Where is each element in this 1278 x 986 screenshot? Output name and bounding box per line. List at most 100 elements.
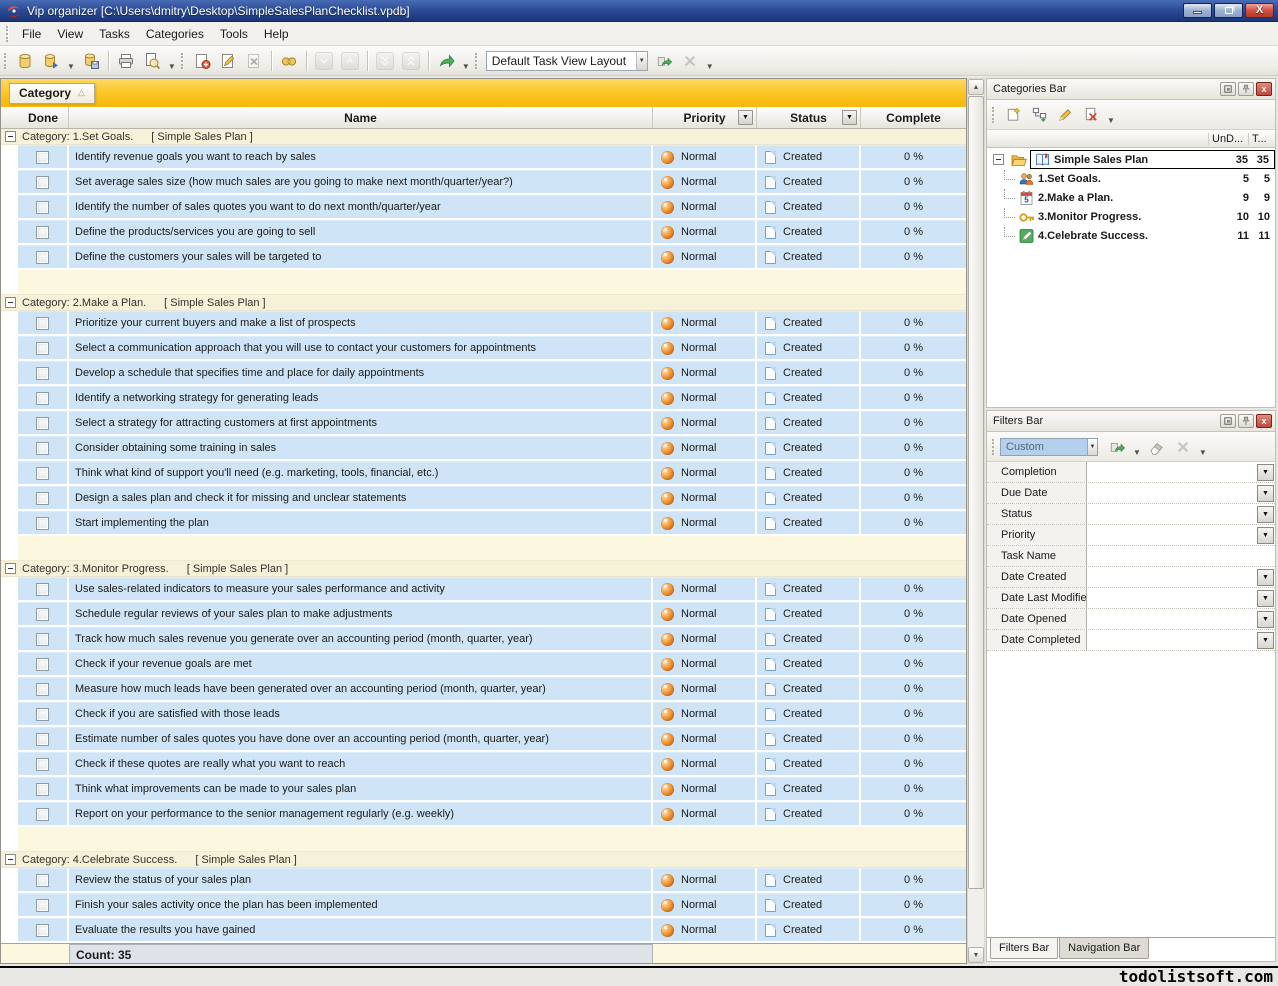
task-status-cell[interactable]: Created <box>757 602 861 627</box>
task-done-cell[interactable] <box>18 602 69 627</box>
open-database-dropdown[interactable]: ▼ <box>67 62 75 75</box>
task-complete-cell[interactable]: 0 % <box>861 311 966 336</box>
task-checkbox[interactable] <box>36 658 49 671</box>
task-name-cell[interactable]: Select a strategy for attracting custome… <box>69 411 653 436</box>
tree-item[interactable]: 4.Celebrate Success.1111 <box>987 226 1275 245</box>
task-name-cell[interactable]: Define the customers your sales will be … <box>69 245 653 270</box>
task-done-cell[interactable] <box>18 627 69 652</box>
task-status-cell[interactable]: Created <box>757 245 861 270</box>
task-done-cell[interactable] <box>18 893 69 918</box>
task-priority-cell[interactable]: Normal <box>653 486 757 511</box>
filter-value-field[interactable]: ▼ <box>1087 609 1275 629</box>
task-status-cell[interactable]: Created <box>757 918 861 943</box>
clear-filter-button[interactable] <box>1145 435 1169 459</box>
tree-collapse-icon[interactable] <box>993 154 1004 165</box>
categories-toolbar-gripper[interactable] <box>992 107 995 123</box>
new-database-button[interactable] <box>13 49 37 73</box>
task-checkbox[interactable] <box>36 683 49 696</box>
column-complete[interactable]: Complete <box>861 107 966 128</box>
task-complete-cell[interactable]: 0 % <box>861 602 966 627</box>
task-complete-cell[interactable]: 0 % <box>861 245 966 270</box>
tree-item[interactable]: 52.Make a Plan.99 <box>987 188 1275 207</box>
menu-view[interactable]: View <box>49 24 91 44</box>
task-name-cell[interactable]: Identify the number of sales quotes you … <box>69 195 653 220</box>
tree-item-selection[interactable]: Simple Sales Plan3535 <box>1030 150 1275 169</box>
tree-item[interactable]: 1.Set Goals.55 <box>987 169 1275 188</box>
open-database-button[interactable] <box>39 49 63 73</box>
filter-value-field[interactable]: ▼ <box>1087 525 1275 545</box>
task-status-cell[interactable]: Created <box>757 868 861 893</box>
task-status-cell[interactable]: Created <box>757 802 861 827</box>
task-done-cell[interactable] <box>18 652 69 677</box>
tree-column-total[interactable]: T... <box>1248 133 1275 145</box>
task-checkbox[interactable] <box>36 733 49 746</box>
task-complete-cell[interactable]: 0 % <box>861 627 966 652</box>
task-complete-cell[interactable]: 0 % <box>861 195 966 220</box>
collapse-group-icon[interactable] <box>5 131 16 142</box>
task-checkbox[interactable] <box>36 317 49 330</box>
task-status-cell[interactable]: Created <box>757 220 861 245</box>
task-status-cell[interactable]: Created <box>757 311 861 336</box>
task-name-cell[interactable]: Select a communication approach that you… <box>69 336 653 361</box>
task-done-cell[interactable] <box>18 577 69 602</box>
task-done-cell[interactable] <box>18 195 69 220</box>
task-name-cell[interactable]: Define the products/services you are goi… <box>69 220 653 245</box>
filter-value-field[interactable] <box>1087 546 1275 566</box>
filter-value-field[interactable]: ▼ <box>1087 588 1275 608</box>
task-done-cell[interactable] <box>18 868 69 893</box>
filter-dropdown-button[interactable]: ▼ <box>1257 527 1274 544</box>
column-status[interactable]: Status▼ <box>757 107 861 128</box>
filter-preset-dropdown[interactable]: ▼ <box>1087 439 1097 455</box>
task-done-cell[interactable] <box>18 918 69 943</box>
task-complete-cell[interactable]: 0 % <box>861 702 966 727</box>
task-complete-cell[interactable]: 0 % <box>861 461 966 486</box>
print-preview-button[interactable] <box>140 49 164 73</box>
task-complete-cell[interactable]: 0 % <box>861 777 966 802</box>
task-checkbox[interactable] <box>36 758 49 771</box>
new-task-button[interactable] <box>190 49 214 73</box>
task-status-cell[interactable]: Created <box>757 577 861 602</box>
filter-dropdown-button[interactable]: ▼ <box>1257 590 1274 607</box>
filters-restore-icon[interactable] <box>1220 414 1236 428</box>
task-name-cell[interactable]: Check if you are satisfied with those le… <box>69 702 653 727</box>
layout-combo-dropdown[interactable]: ▼ <box>636 52 647 70</box>
task-priority-cell[interactable]: Normal <box>653 461 757 486</box>
task-name-cell[interactable]: Review the status of your sales plan <box>69 868 653 893</box>
task-complete-cell[interactable]: 0 % <box>861 361 966 386</box>
task-priority-cell[interactable]: Normal <box>653 386 757 411</box>
task-checkbox[interactable] <box>36 392 49 405</box>
task-priority-cell[interactable]: Normal <box>653 511 757 536</box>
task-done-cell[interactable] <box>18 486 69 511</box>
task-priority-cell[interactable]: Normal <box>653 220 757 245</box>
menu-categories[interactable]: Categories <box>138 24 212 44</box>
menu-file[interactable]: File <box>14 24 49 44</box>
task-status-cell[interactable]: Created <box>757 411 861 436</box>
task-checkbox[interactable] <box>36 492 49 505</box>
task-priority-cell[interactable]: Normal <box>653 868 757 893</box>
task-complete-cell[interactable]: 0 % <box>861 386 966 411</box>
task-name-cell[interactable]: Prioritize your current buyers and make … <box>69 311 653 336</box>
task-complete-cell[interactable]: 0 % <box>861 170 966 195</box>
task-name-cell[interactable]: Finish your sales activity once the plan… <box>69 893 653 918</box>
task-done-cell[interactable] <box>18 311 69 336</box>
task-checkbox[interactable] <box>36 151 49 164</box>
task-name-cell[interactable]: Use sales-related indicators to measure … <box>69 577 653 602</box>
delete-category-button[interactable] <box>1079 103 1103 127</box>
menu-tools[interactable]: Tools <box>212 24 256 44</box>
task-priority-cell[interactable]: Normal <box>653 336 757 361</box>
task-priority-cell[interactable]: Normal <box>653 652 757 677</box>
task-done-cell[interactable] <box>18 220 69 245</box>
task-complete-cell[interactable]: 0 % <box>861 918 966 943</box>
task-priority-cell[interactable]: Normal <box>653 145 757 170</box>
task-done-cell[interactable] <box>18 802 69 827</box>
task-complete-cell[interactable]: 0 % <box>861 511 966 536</box>
task-name-cell[interactable]: Estimate number of sales quotes you have… <box>69 727 653 752</box>
close-button[interactable]: X <box>1245 3 1274 18</box>
task-priority-cell[interactable]: Normal <box>653 677 757 702</box>
edit-task-button[interactable] <box>216 49 240 73</box>
task-priority-cell[interactable]: Normal <box>653 602 757 627</box>
task-checkbox[interactable] <box>36 367 49 380</box>
toolbar-gripper-2[interactable] <box>181 53 184 69</box>
categories-more-dropdown[interactable]: ▼ <box>1107 116 1115 129</box>
task-checkbox[interactable] <box>36 442 49 455</box>
